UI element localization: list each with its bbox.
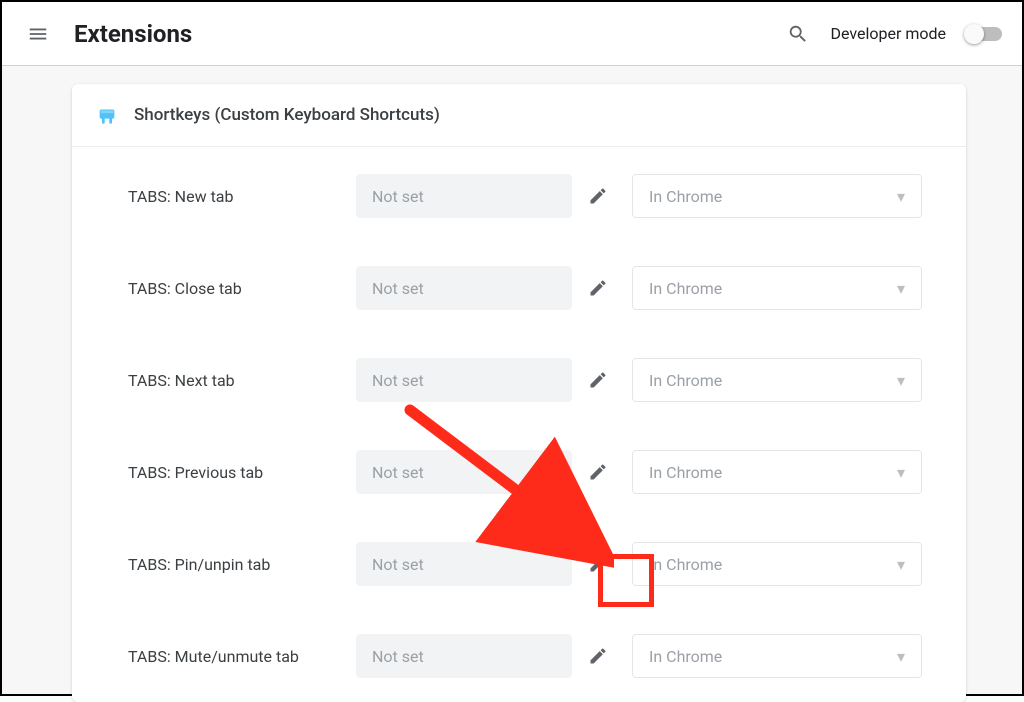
edit-shortcut-button[interactable]: [576, 542, 620, 586]
pencil-icon: [588, 554, 608, 574]
developer-mode-toggle[interactable]: [966, 27, 1002, 41]
extension-name: Shortkeys (Custom Keyboard Shortcuts): [134, 105, 440, 125]
card-header: Shortkeys (Custom Keyboard Shortcuts): [72, 84, 966, 147]
shortcut-label: TABS: Close tab: [128, 279, 356, 298]
edit-shortcut-button[interactable]: [576, 266, 620, 310]
shortcut-input[interactable]: Not set: [356, 450, 572, 494]
shortcut-input[interactable]: Not set: [356, 358, 572, 402]
shortcut-label: TABS: Previous tab: [128, 463, 356, 482]
caret-down-icon: ▾: [897, 187, 905, 206]
caret-down-icon: ▾: [897, 463, 905, 482]
shortcut-input[interactable]: Not set: [356, 542, 572, 586]
scope-value: In Chrome: [649, 555, 722, 574]
shortcut-label: TABS: Next tab: [128, 371, 356, 390]
toggle-knob: [964, 24, 984, 44]
pencil-icon: [588, 646, 608, 666]
edit-shortcut-button[interactable]: [576, 634, 620, 678]
pencil-icon: [588, 186, 608, 206]
caret-down-icon: ▾: [897, 279, 905, 298]
scope-value: In Chrome: [649, 279, 722, 298]
shortcut-label: TABS: Mute/unmute tab: [128, 647, 356, 666]
shortcut-label: TABS: New tab: [128, 187, 356, 206]
hamburger-icon: [27, 23, 49, 45]
scope-select[interactable]: In Chrome ▾: [632, 358, 922, 402]
scope-select[interactable]: In Chrome ▾: [632, 542, 922, 586]
extension-icon: [96, 104, 118, 126]
developer-mode-label: Developer mode: [830, 24, 946, 43]
shortcut-row: TABS: Next tab Not set In Chrome ▾: [128, 357, 942, 403]
caret-down-icon: ▾: [897, 647, 905, 666]
shortcut-label: TABS: Pin/unpin tab: [128, 555, 356, 574]
scope-value: In Chrome: [649, 371, 722, 390]
pencil-icon: [588, 278, 608, 298]
shortcut-row: TABS: Pin/unpin tab Not set In Chrome ▾: [128, 541, 942, 587]
search-button[interactable]: [778, 14, 818, 54]
caret-down-icon: ▾: [897, 371, 905, 390]
edit-shortcut-button[interactable]: [576, 450, 620, 494]
shortcut-row: TABS: New tab Not set In Chrome ▾: [128, 173, 942, 219]
shortcut-input[interactable]: Not set: [356, 266, 572, 310]
shortcut-row: TABS: Previous tab Not set In Chrome ▾: [128, 449, 942, 495]
shortcut-rows: TABS: New tab Not set In Chrome ▾ TABS: …: [72, 147, 966, 679]
scope-select[interactable]: In Chrome ▾: [632, 634, 922, 678]
extension-shortcuts-card: Shortkeys (Custom Keyboard Shortcuts) TA…: [72, 84, 966, 702]
scope-select[interactable]: In Chrome ▾: [632, 266, 922, 310]
scope-value: In Chrome: [649, 187, 722, 206]
shortcut-input[interactable]: Not set: [356, 174, 572, 218]
shortcut-row: TABS: Close tab Not set In Chrome ▾: [128, 265, 942, 311]
shortcut-row: TABS: Mute/unmute tab Not set In Chrome …: [128, 633, 942, 679]
menu-button[interactable]: [18, 14, 58, 54]
pencil-icon: [588, 370, 608, 390]
scope-value: In Chrome: [649, 647, 722, 666]
scope-value: In Chrome: [649, 463, 722, 482]
search-icon: [787, 23, 809, 45]
page-title: Extensions: [74, 20, 192, 48]
header-bar: Extensions Developer mode: [2, 2, 1022, 66]
shortcut-input[interactable]: Not set: [356, 634, 572, 678]
pencil-icon: [588, 462, 608, 482]
scope-select[interactable]: In Chrome ▾: [632, 450, 922, 494]
caret-down-icon: ▾: [897, 555, 905, 574]
scope-select[interactable]: In Chrome ▾: [632, 174, 922, 218]
edit-shortcut-button[interactable]: [576, 174, 620, 218]
edit-shortcut-button[interactable]: [576, 358, 620, 402]
